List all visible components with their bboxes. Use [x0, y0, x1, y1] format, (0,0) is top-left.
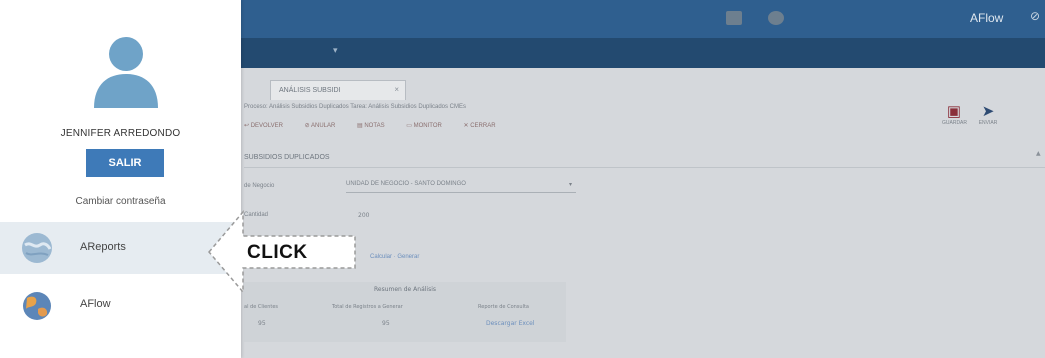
- records-count: 95: [382, 320, 390, 327]
- notification-icon[interactable]: [726, 11, 742, 25]
- business-unit-select[interactable]: UNIDAD DE NEGOCIO - SANTO DOMINGO ▾: [346, 181, 576, 193]
- column-header-records: Total de Registros a Generar: [332, 304, 403, 310]
- devolver-button[interactable]: ↩ DEVOLVER: [244, 123, 293, 129]
- monitor-button[interactable]: ▭ MONITOR: [406, 123, 452, 129]
- save-label: GUARDAR: [942, 120, 968, 126]
- tab-label: ANÁLISIS SUBSIDI: [279, 87, 341, 94]
- download-excel-link[interactable]: Descargar Excel: [486, 320, 535, 327]
- send-label: ENVIAR: [978, 120, 998, 126]
- action-toolbar: ↩ DEVOLVER ⊘ ANULAR ▤ NOTAS ▭ MONITOR ✕ …: [244, 122, 516, 129]
- anular-button[interactable]: ⊘ ANULAR: [305, 123, 346, 129]
- chevron-down-icon[interactable]: ▾: [333, 46, 338, 56]
- send-button[interactable]: ➤ ENVIAR: [976, 103, 1000, 127]
- caret-down-icon: ▾: [568, 182, 572, 188]
- brand-label: AFlow: [970, 11, 1004, 25]
- column-header-clients: al de Clientes: [244, 304, 279, 310]
- user-sidebar: JENNIFER ARREDONDO SALIR Cambiar contras…: [0, 0, 241, 358]
- click-callout-text: CLICK: [247, 242, 308, 263]
- save-icon: ▣: [946, 103, 962, 120]
- notas-button[interactable]: ▤ NOTAS: [357, 123, 395, 129]
- save-button[interactable]: ▣ GUARDAR: [942, 103, 968, 127]
- logout-button[interactable]: SALIR: [86, 149, 164, 177]
- user-icon[interactable]: [768, 11, 784, 25]
- user-name: JENNIFER ARREDONDO: [60, 128, 181, 139]
- globe-icon: [23, 292, 51, 320]
- sidebar-item-label: AReports: [80, 241, 126, 253]
- power-icon[interactable]: ⊘: [1030, 9, 1040, 23]
- sidebar-item-label: AFlow: [80, 298, 111, 310]
- close-icon[interactable]: ×: [394, 85, 399, 94]
- business-unit-value: UNIDAD DE NEGOCIO - SANTO DOMINGO: [346, 181, 466, 187]
- column-header-report: Reporte de Consulta: [478, 304, 529, 310]
- globe-icon: [22, 233, 52, 263]
- tab-analisis-subsidios[interactable]: ANÁLISIS SUBSIDI ×: [270, 80, 406, 100]
- send-icon: ➤: [981, 103, 995, 120]
- business-unit-label: de Negocio: [244, 183, 275, 189]
- section-title: SUBSIDIOS DUPLICADOS: [244, 154, 1045, 168]
- process-breadcrumb: Proceso: Análisis Subsidios Duplicados T…: [244, 104, 466, 110]
- collapse-icon[interactable]: ▲: [1036, 150, 1041, 157]
- user-avatar-icon: [94, 37, 158, 108]
- cerrar-button[interactable]: ✕ CERRAR: [464, 123, 506, 129]
- generate-link[interactable]: Calcular · Generar: [370, 254, 419, 260]
- clients-count: 95: [258, 320, 266, 327]
